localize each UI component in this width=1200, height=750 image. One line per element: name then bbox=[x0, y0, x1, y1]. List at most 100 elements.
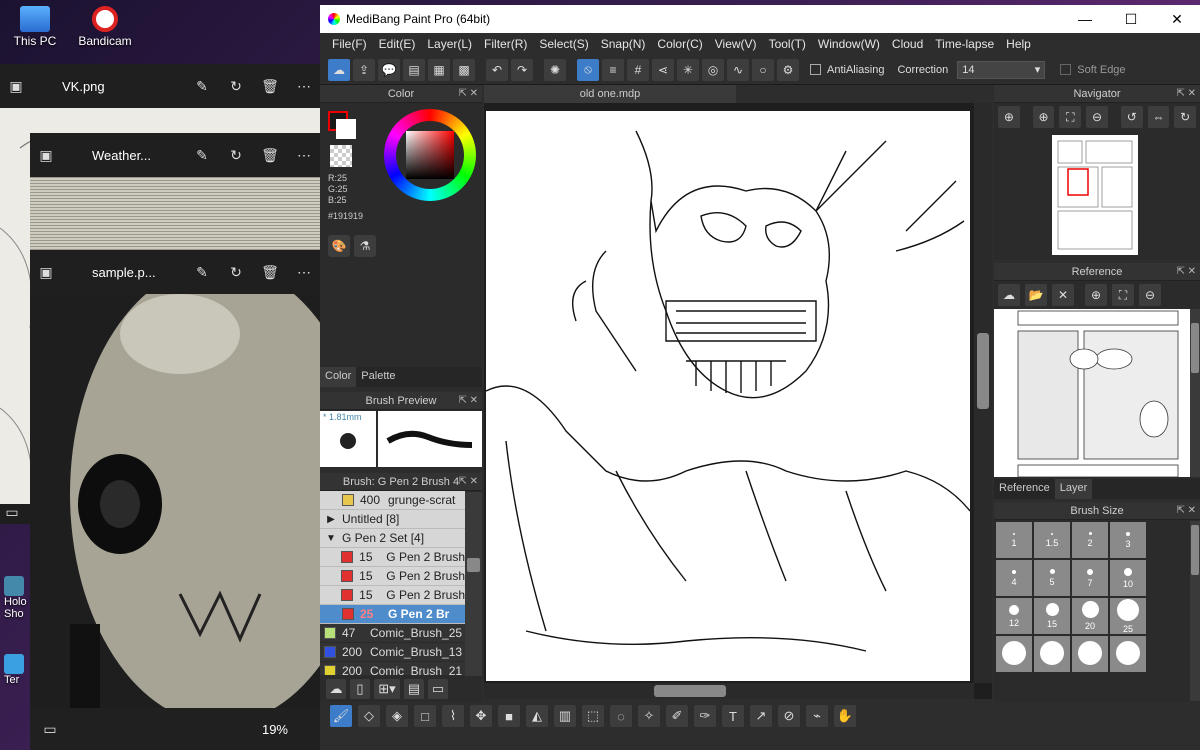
eyedropper-tool-icon[interactable]: ⌁ bbox=[806, 705, 828, 727]
tab-reference[interactable]: Reference bbox=[994, 479, 1055, 499]
brush-size-option[interactable]: 12 bbox=[996, 598, 1032, 634]
soft-edge-checkbox[interactable] bbox=[1060, 64, 1072, 75]
correction-select[interactable]: 14 ▾ bbox=[957, 60, 1046, 79]
fill-rect-icon[interactable]: ■ bbox=[498, 705, 520, 727]
drawing-canvas[interactable] bbox=[486, 111, 970, 681]
brush-settings-icon[interactable]: ▤ bbox=[404, 679, 424, 699]
menu-filter[interactable]: Filter(R) bbox=[478, 37, 533, 51]
brush-size-option[interactable]: 1 bbox=[996, 522, 1032, 558]
menu-window[interactable]: Window(W) bbox=[812, 37, 886, 51]
brush-list-item[interactable]: 15 G Pen 2 Brush bbox=[320, 586, 465, 605]
palette-icon[interactable]: 🎨 bbox=[328, 235, 350, 257]
flip-icon[interactable]: ⇔ bbox=[1147, 106, 1170, 128]
select-pen-icon[interactable]: ✐ bbox=[666, 705, 688, 727]
zoom-in-icon[interactable]: ⊕ bbox=[1032, 106, 1055, 128]
fit-screen-icon[interactable]: ⛶ bbox=[1059, 106, 1082, 128]
share-icon[interactable]: ⇪ bbox=[353, 58, 375, 81]
brush-list-item[interactable]: 15 G Pen 2 Brush bbox=[320, 567, 465, 586]
brush-size-option[interactable]: 1.5 bbox=[1034, 522, 1070, 558]
menu-view[interactable]: View(V) bbox=[709, 37, 763, 51]
brush-list-item[interactable]: 200 Comic_Brush_21 bbox=[320, 662, 465, 675]
delete-icon[interactable]: 🗑 bbox=[261, 147, 279, 163]
color-wheel[interactable] bbox=[384, 109, 476, 201]
zoom-fit-icon[interactable]: ⊕ bbox=[998, 106, 1020, 128]
concentric-snap-icon[interactable]: ◎ bbox=[702, 58, 724, 81]
tab-color[interactable]: Color bbox=[320, 367, 357, 387]
brush-size-scrollbar[interactable] bbox=[1190, 521, 1200, 701]
brush-tool-icon[interactable]: 🖌 bbox=[330, 705, 352, 727]
rotate-left-icon[interactable]: ↺ bbox=[1120, 106, 1143, 128]
folder-icon[interactable]: ▭ bbox=[428, 679, 448, 699]
brush-list-scrollbar[interactable] bbox=[465, 492, 482, 676]
saturation-square[interactable] bbox=[406, 131, 454, 179]
fit-screen-icon[interactable]: ⛶ bbox=[1112, 284, 1134, 306]
redo-icon[interactable]: ↷ bbox=[511, 58, 533, 81]
brush-list-item[interactable]: 47 Comic_Brush_25 bbox=[320, 624, 465, 643]
menu-tool[interactable]: Tool(T) bbox=[763, 37, 812, 51]
close-icon[interactable]: ✕ bbox=[1052, 284, 1074, 306]
brush-list-item[interactable]: 15 G Pen 2 Brush bbox=[320, 548, 465, 567]
panel-icon[interactable]: ▤ bbox=[403, 58, 425, 81]
brush-list-item[interactable]: 400 grunge-scrat bbox=[320, 491, 465, 510]
hand-tool-icon[interactable]: ✋ bbox=[834, 705, 856, 727]
canvas-area[interactable] bbox=[484, 103, 992, 699]
brush-size-option[interactable]: 25 bbox=[1110, 598, 1146, 634]
zoom-out-icon[interactable]: ⊖ bbox=[1139, 284, 1161, 306]
desktop-icon-this-pc[interactable]: This PC bbox=[4, 6, 66, 48]
select-eraser-icon[interactable]: ✑ bbox=[694, 705, 716, 727]
brush-size-option[interactable] bbox=[1110, 636, 1146, 672]
maximize-button[interactable]: ☐ bbox=[1108, 11, 1154, 28]
close-button[interactable]: ✕ bbox=[1154, 11, 1200, 28]
panel-close-icon[interactable]: ⇱ ✕ bbox=[1176, 85, 1196, 103]
cloud-icon[interactable]: ☁ bbox=[998, 284, 1020, 306]
eraser-tool-icon[interactable]: ◇ bbox=[358, 705, 380, 727]
panel-close-icon[interactable]: ⇱ ✕ bbox=[1176, 502, 1196, 520]
minimize-button[interactable]: — bbox=[1062, 11, 1108, 28]
menu-edit[interactable]: Edit(E) bbox=[373, 37, 422, 51]
brush-size-option[interactable]: 2 bbox=[1072, 522, 1108, 558]
menu-file[interactable]: File(F) bbox=[326, 37, 373, 51]
magic-wand-icon[interactable]: ✧ bbox=[638, 705, 660, 727]
navigator-thumbnail[interactable] bbox=[1052, 135, 1138, 255]
transparent-swatch[interactable] bbox=[330, 145, 352, 167]
text-tool-icon[interactable]: T bbox=[722, 705, 744, 727]
lasso-tool-icon[interactable]: ◌ bbox=[610, 705, 632, 727]
delete-icon[interactable]: 🗑 bbox=[261, 78, 279, 94]
photo-viewer-window-sample[interactable]: ▣ sample.p... ✎ ↻ 🗑 ⋯ ▭ 19% bbox=[30, 250, 320, 750]
desktop-icon-ter[interactable]: Ter bbox=[0, 654, 30, 686]
brush-size-option[interactable] bbox=[1034, 636, 1070, 672]
color-picker-icon[interactable]: ⚗ bbox=[354, 235, 376, 257]
delete-icon[interactable]: 🗑 bbox=[261, 264, 279, 280]
panel-close-icon[interactable]: ⇱ ✕ bbox=[458, 392, 478, 410]
zoom-in-icon[interactable]: ⊕ bbox=[1085, 284, 1107, 306]
more-icon[interactable]: ⋯ bbox=[296, 78, 312, 94]
radial-snap-icon[interactable]: ✳ bbox=[677, 58, 699, 81]
bucket-tool-icon[interactable]: ◭ bbox=[526, 705, 548, 727]
layers-icon[interactable]: ▦ bbox=[428, 58, 450, 81]
display-icon[interactable]: ▭ bbox=[4, 504, 20, 520]
polyline-tool-icon[interactable]: ⌇ bbox=[442, 705, 464, 727]
edit-icon[interactable]: ✎ bbox=[194, 264, 210, 280]
divide-tool-icon[interactable]: ⊘ bbox=[778, 705, 800, 727]
rotate-icon[interactable]: ↻ bbox=[228, 147, 244, 163]
settings-snap-icon[interactable]: ⚙ bbox=[777, 58, 799, 81]
panel-close-icon[interactable]: ⇱ ✕ bbox=[458, 473, 478, 491]
brush-size-option[interactable] bbox=[1072, 636, 1108, 672]
zoom-out-icon[interactable]: ⊖ bbox=[1086, 106, 1108, 128]
expand-right-icon[interactable]: ▶ bbox=[324, 514, 338, 525]
menu-layer[interactable]: Layer(L) bbox=[421, 37, 478, 51]
menu-select[interactable]: Select(S) bbox=[533, 37, 594, 51]
circle-snap-icon[interactable]: ○ bbox=[752, 58, 774, 81]
vertical-scrollbar[interactable] bbox=[974, 103, 992, 683]
grid-icon[interactable]: ▩ bbox=[453, 58, 475, 81]
cloud-icon[interactable]: ☁ bbox=[328, 58, 350, 81]
balloon-tool-icon[interactable]: ↗ bbox=[750, 705, 772, 727]
brush-size-option[interactable]: 7 bbox=[1072, 560, 1108, 596]
no-snap-icon[interactable]: ⦸ bbox=[577, 58, 599, 81]
brush-size-option[interactable]: 10 bbox=[1110, 560, 1146, 596]
menu-cloud[interactable]: Cloud bbox=[886, 37, 929, 51]
brush-list-item[interactable]: 25 G Pen 2 Br bbox=[320, 605, 465, 624]
desktop-icon-holo[interactable]: Holo Sho bbox=[0, 576, 30, 620]
parallel-snap-icon[interactable]: ≡ bbox=[602, 58, 624, 81]
tab-layer[interactable]: Layer bbox=[1054, 479, 1093, 499]
